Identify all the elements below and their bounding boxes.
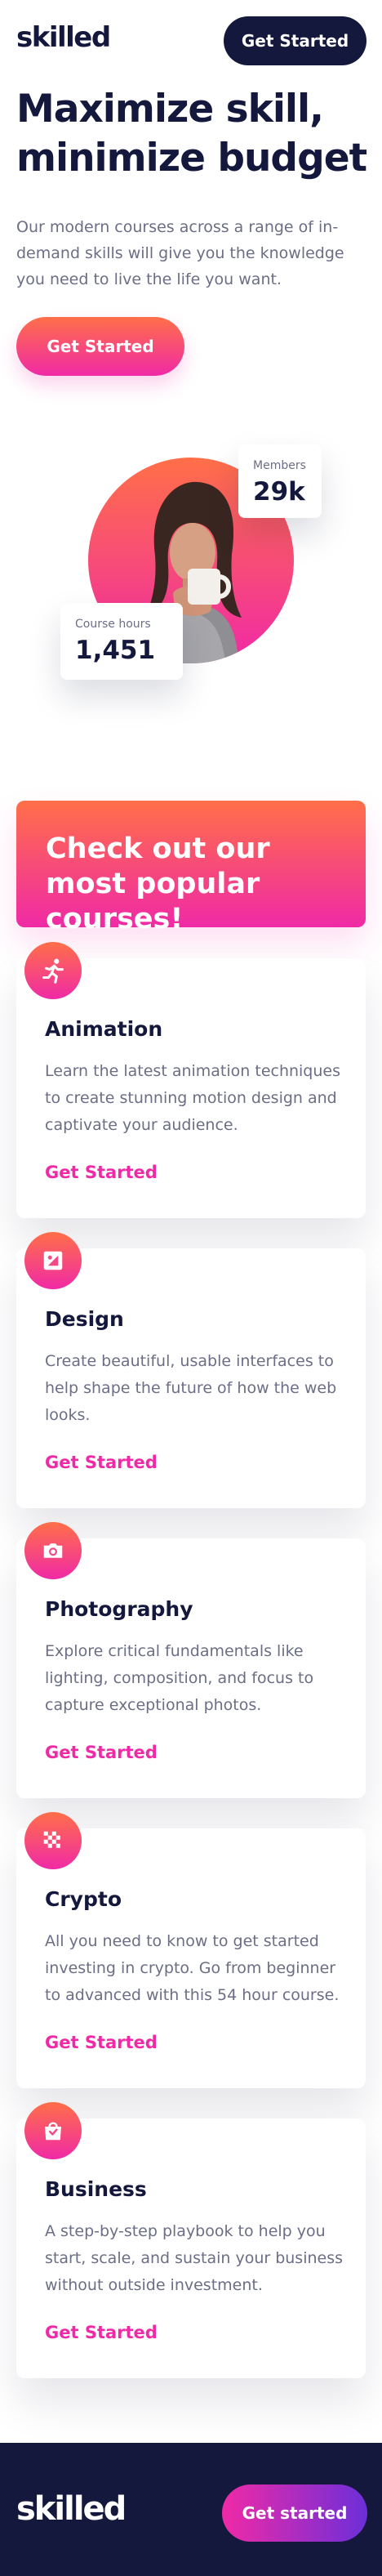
briefcase-icon	[24, 2102, 82, 2159]
members-stat-card: Members 29k	[238, 444, 322, 518]
course-get-started-link[interactable]: Get Started	[45, 2033, 158, 2052]
course-title: Photography	[45, 1597, 193, 1621]
course-card-photography: Photography Explore critical fundamental…	[16, 1522, 366, 1798]
course-card-animation: Animation Learn the latest animation tec…	[16, 942, 366, 1218]
course-get-started-link[interactable]: Get Started	[45, 1453, 158, 1472]
course-card-design: Design Create beautiful, usable interfac…	[16, 1232, 366, 1508]
course-card-crypto: Crypto All you need to know to get start…	[16, 1812, 366, 2088]
popular-courses-banner: Check out our most popular courses!	[16, 801, 366, 935]
course-card-business: Business A step-by-step playbook to help…	[16, 2102, 366, 2378]
members-value: 29k	[253, 477, 305, 507]
design-icon	[24, 1232, 82, 1289]
course-title: Business	[45, 2177, 147, 2201]
camera-icon	[24, 1522, 82, 1579]
footer-get-started-button[interactable]: Get started	[222, 2484, 367, 2542]
course-hours-stat-card: Course hours 1,451	[60, 603, 183, 680]
course-description: Explore critical fundamentals like light…	[45, 1642, 314, 1714]
course-title: Animation	[45, 1017, 163, 1041]
course-title: Design	[45, 1307, 124, 1331]
crypto-icon	[24, 1812, 82, 1869]
hero-title: Maximize skill, minimize budget	[16, 87, 367, 181]
course-title: Crypto	[45, 1887, 122, 1911]
course-get-started-link[interactable]: Get Started	[45, 1163, 158, 1182]
footer-logo[interactable]: skilled	[16, 2490, 127, 2528]
hero-visual: Members 29k Course hours 1,451	[0, 425, 382, 735]
header-get-started-button[interactable]: Get Started	[224, 16, 366, 65]
popular-courses-heading: Check out our most popular courses!	[46, 833, 270, 935]
running-person-icon	[24, 942, 82, 999]
course-hours-value: 1,451	[75, 636, 156, 665]
course-description: Create beautiful, usable interfaces to h…	[45, 1352, 337, 1424]
hero-get-started-button[interactable]: Get Started	[16, 317, 184, 376]
site-footer: skilled Get started	[0, 2443, 382, 2576]
course-description: Learn the latest animation techniques to…	[45, 1062, 341, 1134]
course-description: All you need to know to get started inve…	[45, 1932, 340, 2004]
hero-description: Our modern courses across a range of in-…	[16, 218, 344, 288]
course-hours-label: Course hours	[75, 618, 151, 631]
course-get-started-link[interactable]: Get Started	[45, 1743, 158, 1762]
site-header: skilled Get Started	[0, 0, 382, 82]
course-get-started-link[interactable]: Get Started	[45, 2323, 158, 2342]
logo[interactable]: skilled	[16, 21, 111, 54]
members-label: Members	[253, 459, 306, 472]
course-description: A step-by-step playbook to help you star…	[45, 2222, 344, 2294]
